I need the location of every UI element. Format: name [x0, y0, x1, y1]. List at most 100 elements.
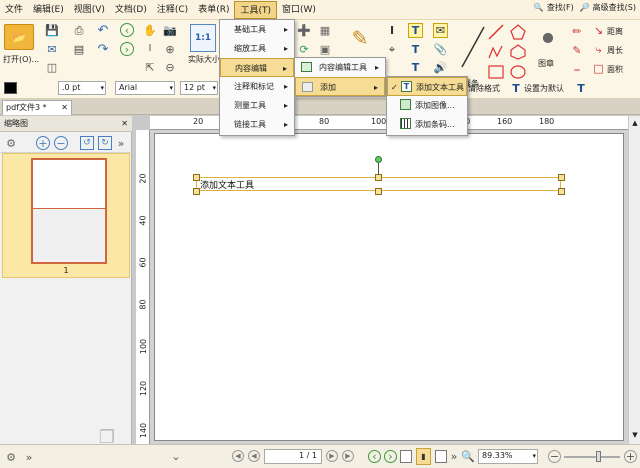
text-style-icon[interactable]: T [574, 82, 588, 94]
forward-icon[interactable]: › [120, 42, 134, 56]
first-page-icon[interactable]: ◀ [232, 450, 244, 462]
rotate-left-icon[interactable]: ↺ [80, 136, 94, 150]
zoom-combo[interactable]: 89.33% ▾ [478, 449, 538, 464]
underline-icon[interactable]: ⎯ [570, 62, 584, 76]
stamp-label[interactable]: 图章 [538, 58, 554, 69]
resize-handle[interactable] [375, 174, 382, 181]
edit-form-icon[interactable]: ▣ [318, 42, 332, 56]
snapshot-icon[interactable]: 📷 [163, 23, 177, 37]
zoom-slider[interactable] [564, 456, 620, 458]
polygon-tool-icon[interactable] [510, 24, 526, 40]
attach-icon[interactable]: 📎 [433, 42, 448, 57]
search-button[interactable]: 🔍 查找(F) [534, 2, 574, 13]
hand-icon[interactable]: ✋ [143, 23, 157, 37]
forward-icon[interactable]: › [384, 450, 397, 463]
text-select-icon[interactable]: I [385, 23, 399, 37]
close-icon[interactable]: ✕ [121, 116, 128, 131]
typewriter-icon[interactable]: T [408, 23, 423, 38]
resize-handle[interactable] [558, 188, 565, 195]
callout-icon[interactable]: ✉ [433, 23, 448, 38]
set-default-icon[interactable]: T [510, 82, 522, 94]
scroll-down-icon[interactable]: ▼ [630, 430, 640, 440]
distance-icon[interactable]: ↘ [592, 24, 605, 37]
menu-item-basic-tools[interactable]: 基础工具 ▸ [220, 20, 294, 39]
eraser-icon[interactable]: ✏ [570, 24, 584, 38]
menu-item-add[interactable]: 添加 ▸ [295, 77, 385, 96]
single-page-icon[interactable] [400, 450, 412, 463]
more-icon[interactable]: » [116, 136, 126, 150]
more-icon[interactable]: » [449, 450, 459, 463]
scroll-up-icon[interactable]: ▲ [630, 118, 640, 128]
select-text-icon[interactable]: I [143, 42, 157, 56]
prev-page-icon[interactable]: ◀ [248, 450, 260, 462]
font-name-combo[interactable]: Arial ▾ [115, 81, 175, 95]
zoom-out-icon[interactable]: − [548, 450, 561, 463]
menu-item-measure-tools[interactable]: 测量工具 ▸ [220, 96, 294, 115]
back-icon[interactable]: ‹ [368, 450, 381, 463]
print-preview-icon[interactable]: ▤ [72, 42, 86, 56]
save-icon[interactable]: 💾 [45, 23, 59, 37]
menu-item-add-barcode[interactable]: 添加条码... [387, 115, 467, 134]
chevron-down-icon[interactable]: ⌄ [170, 450, 182, 462]
font-size-combo[interactable]: 12 pt ▾ [180, 81, 218, 95]
menu-item-link-tools[interactable]: 链接工具 ▸ [220, 115, 294, 134]
resize-handle[interactable] [375, 188, 382, 195]
open-label[interactable]: 打开(O)... [3, 54, 39, 65]
arrow-tool-icon[interactable] [488, 24, 504, 40]
resize-handle[interactable] [193, 174, 200, 181]
continuous-page-icon[interactable]: ▮ [416, 448, 431, 465]
crop-icon[interactable]: ⌖ [385, 42, 399, 56]
settings-icon[interactable]: ⚙ [4, 450, 18, 464]
select-icon[interactable]: ⇱ [143, 60, 157, 74]
menu-item-comment-markup[interactable]: 注释和标记 ▸ [220, 77, 294, 96]
last-page-icon[interactable]: ▶ [342, 450, 354, 462]
area-label[interactable]: 面积 [607, 64, 623, 75]
zoom-tool-icon[interactable]: 🔍 [461, 450, 475, 462]
grid-icon[interactable]: ▦ [318, 23, 332, 37]
resize-handle[interactable] [558, 174, 565, 181]
area-icon[interactable]: □ [592, 62, 605, 75]
open-folder-icon[interactable]: 📂 [4, 24, 34, 50]
add-page-icon[interactable]: ➕ [297, 23, 311, 37]
menu-form[interactable]: 表单(R) [193, 1, 234, 19]
pencil-tool-icon[interactable] [488, 44, 504, 60]
resize-handle[interactable] [193, 188, 200, 195]
zoom-in-icon[interactable]: + [624, 450, 637, 463]
set-default-label[interactable]: 设置为默认 [524, 83, 564, 94]
menu-view[interactable]: 视图(V) [69, 1, 110, 19]
sound-icon[interactable]: 🔊 [433, 60, 448, 75]
vertical-scrollbar[interactable]: ▲ ▼ [628, 116, 640, 444]
rotate-handle[interactable] [375, 156, 382, 163]
zoom-out-icon[interactable]: − [54, 136, 68, 150]
zoom-slider-thumb[interactable] [596, 451, 601, 462]
page-thumbnail[interactable] [31, 158, 107, 264]
text-box-content[interactable]: 添加文本工具 [200, 178, 254, 191]
perimeter-label[interactable]: 周长 [607, 45, 623, 56]
line-width-combo[interactable]: .0 pt ▾ [58, 81, 106, 95]
line-tool-icon[interactable] [460, 25, 486, 69]
perimeter-icon[interactable]: ⤷ [592, 43, 605, 56]
rotate-right-icon[interactable]: ↻ [98, 136, 112, 150]
text-tool-icon[interactable]: T [408, 60, 423, 75]
stamp-icon[interactable]: ⚫ [535, 25, 561, 55]
textbox-icon[interactable]: T [408, 42, 423, 57]
rectangle-tool-icon[interactable] [488, 64, 504, 80]
menu-tools[interactable]: 工具(T) [234, 0, 277, 19]
settings-icon[interactable]: ⚙ [4, 136, 18, 150]
clear-format-label[interactable]: 清除格式 [468, 83, 500, 94]
close-icon[interactable]: ✕ [61, 101, 68, 114]
menu-item-content-edit-tool[interactable]: 内容编辑工具 ▸ [295, 58, 385, 77]
highlight-icon[interactable]: ✎ [570, 43, 584, 57]
menu-item-zoom-tools[interactable]: 缩放工具 ▸ [220, 39, 294, 58]
back-icon[interactable]: ‹ [120, 23, 134, 37]
oval-tool-icon[interactable] [510, 64, 526, 80]
actual-size-icon[interactable]: 1:1 [190, 24, 216, 52]
page-thumbnail-selected[interactable]: 1 [2, 153, 130, 278]
menu-item-content-edit[interactable]: 内容编辑 ▸ [220, 58, 294, 77]
print-icon[interactable]: ⎙ [72, 23, 86, 37]
advanced-search-button[interactable]: 🔎 高级查找(S) [580, 2, 636, 13]
menu-edit[interactable]: 编辑(E) [28, 1, 69, 19]
fill-color-swatch[interactable] [4, 82, 17, 94]
menu-item-add-text-tool[interactable]: ✓ T 添加文本工具 [387, 77, 467, 96]
undo-icon[interactable]: ↶ [96, 23, 110, 37]
